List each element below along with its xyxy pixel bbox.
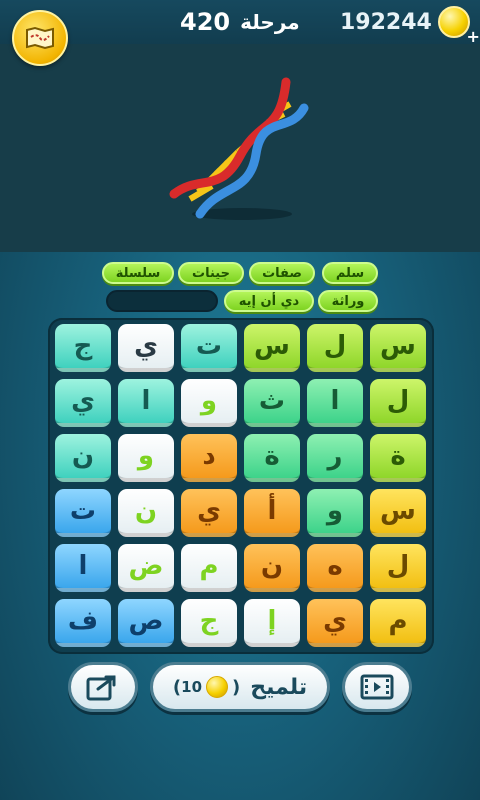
letter-tile[interactable]: و — [181, 379, 237, 427]
letter-tile[interactable]: ث — [244, 379, 300, 427]
coin-count: 192244 — [340, 9, 432, 35]
letter-tile[interactable]: ج — [55, 324, 111, 372]
letter-tile[interactable]: ي — [118, 324, 174, 372]
answer-slot-empty — [106, 290, 218, 312]
level-label: مرحلة — [240, 10, 300, 34]
letter-tile[interactable]: م — [370, 599, 426, 647]
letter-tile[interactable]: و — [307, 489, 363, 537]
letter-tile[interactable]: ا — [55, 544, 111, 592]
hint-button[interactable]: ( 10 ) تلميح — [150, 662, 330, 712]
answer-slot: صفات — [249, 262, 315, 284]
letter-tile[interactable]: م — [181, 544, 237, 592]
coin-balance[interactable]: 192244 + — [340, 6, 480, 46]
map-icon — [26, 26, 54, 50]
letter-tile[interactable]: ا — [307, 379, 363, 427]
letter-tile[interactable]: ت — [55, 489, 111, 537]
letter-tile[interactable]: ه — [307, 544, 363, 592]
letter-tile[interactable]: ص — [118, 599, 174, 647]
hint-label: تلميح — [250, 674, 308, 700]
answer-slots: سلم صفات جينات سلسلة وراثة دي أن إيه — [0, 260, 480, 316]
coin-icon — [206, 676, 229, 698]
letter-tile[interactable]: ل — [307, 324, 363, 372]
letter-tile[interactable]: أ — [244, 489, 300, 537]
letter-tile[interactable]: ض — [118, 544, 174, 592]
letter-tile[interactable]: س — [370, 324, 426, 372]
letter-tile[interactable]: ل — [370, 544, 426, 592]
answer-slot: سلم — [322, 262, 378, 284]
letter-tile[interactable]: ن — [55, 434, 111, 482]
letter-tile[interactable]: ج — [181, 599, 237, 647]
letter-tile[interactable]: ر — [307, 434, 363, 482]
top-bar: 420 مرحلة 192244 + — [0, 0, 480, 46]
puzzle-picture — [0, 44, 480, 252]
letter-tile[interactable]: ت — [181, 324, 237, 372]
answer-slot: دي أن إيه — [224, 290, 314, 312]
dna-icon — [169, 77, 309, 220]
letter-tile[interactable]: ن — [244, 544, 300, 592]
letter-tile[interactable]: س — [370, 489, 426, 537]
answer-slot: وراثة — [318, 290, 378, 312]
letter-tile[interactable]: إ — [244, 599, 300, 647]
level-number: 420 — [180, 8, 231, 36]
hint-cost: 10 — [181, 678, 203, 696]
letter-tile[interactable]: ا — [118, 379, 174, 427]
letter-tile[interactable]: ي — [307, 599, 363, 647]
letter-tile[interactable]: و — [118, 434, 174, 482]
letter-tile[interactable]: ف — [55, 599, 111, 647]
hint-paren-open: ( — [172, 676, 182, 698]
share-button[interactable] — [68, 662, 138, 712]
letter-tile[interactable]: ي — [55, 379, 111, 427]
letter-tile[interactable]: ل — [370, 379, 426, 427]
letter-tile[interactable]: ة — [370, 434, 426, 482]
level-indicator: 420 مرحلة — [180, 6, 300, 38]
letter-tile[interactable]: ي — [181, 489, 237, 537]
letter-tile[interactable]: س — [244, 324, 300, 372]
video-icon — [360, 674, 394, 700]
coin-icon: + — [437, 6, 480, 46]
map-button[interactable] — [12, 10, 68, 66]
letter-tile[interactable]: ن — [118, 489, 174, 537]
video-button[interactable] — [342, 662, 412, 712]
answer-slot: سلسلة — [102, 262, 174, 284]
share-icon — [86, 675, 116, 701]
letter-grid: س ل س ت ي ج ل ا ث و ا ي ة ر ة د و ن س و … — [48, 318, 434, 654]
letter-tile[interactable]: د — [181, 434, 237, 482]
letter-tile[interactable]: ة — [244, 434, 300, 482]
hint-paren-close: ) — [232, 676, 241, 698]
answer-slot: جينات — [178, 262, 244, 284]
